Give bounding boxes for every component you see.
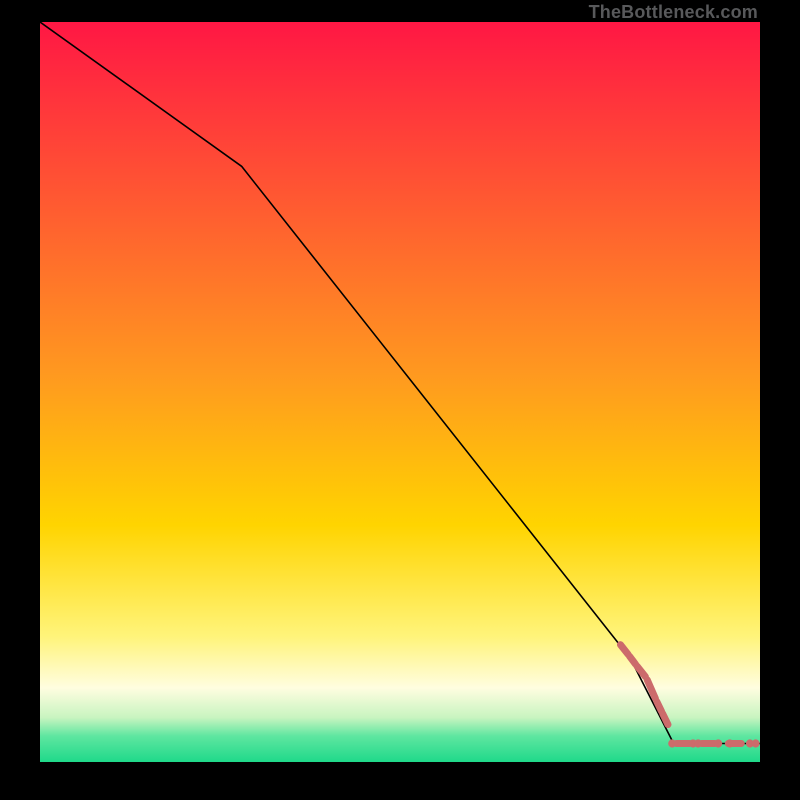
attribution-label: TheBottleneck.com [589,2,758,23]
chart-container: TheBottleneck.com [0,0,800,800]
chart-overlay [40,22,760,762]
plot-area [40,22,760,762]
series-curve [40,22,760,744]
